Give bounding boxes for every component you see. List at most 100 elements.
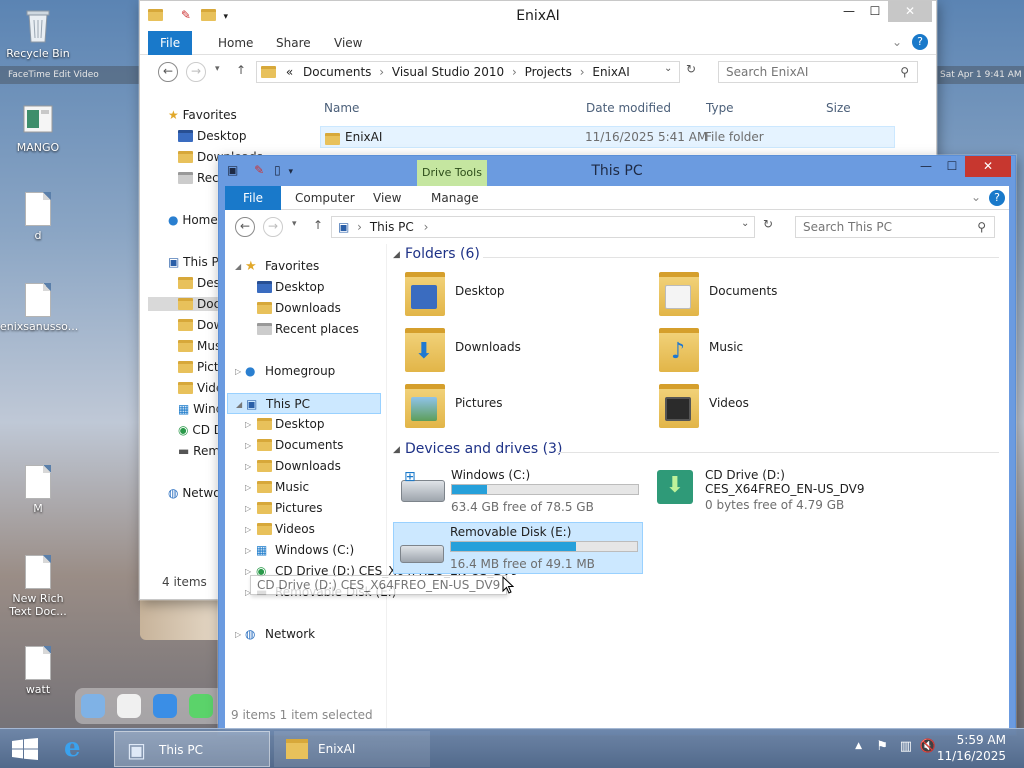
- desktop-icon-watt[interactable]: watt: [0, 646, 76, 696]
- back-button[interactable]: ←: [158, 62, 178, 82]
- desktop-icon-mango[interactable]: MANGO: [0, 100, 76, 154]
- help-icon[interactable]: ?: [912, 34, 928, 50]
- back-button[interactable]: ←: [235, 217, 255, 237]
- search-input[interactable]: [726, 65, 876, 79]
- clock[interactable]: 5:59 AM 11/16/2025: [937, 732, 1006, 764]
- nav-network[interactable]: ▷ ◍ Network: [225, 624, 385, 645]
- collapse-arrow-icon[interactable]: ◢: [235, 256, 241, 277]
- maximize-button[interactable]: ☐: [939, 156, 965, 177]
- folder-tile-videos[interactable]: Videos: [649, 382, 899, 432]
- minimize-button[interactable]: —: [836, 1, 862, 22]
- address-dropdown-chevron-icon[interactable]: ⌄: [741, 218, 749, 229]
- ribbon-expand-chevron-icon[interactable]: ⌄: [971, 190, 981, 204]
- drive-tile-windows-c[interactable]: ⊞ Windows (C:) 63.4 GB free of 78.5 GB: [395, 466, 645, 518]
- show-hidden-icons-chevron-icon[interactable]: ▲: [855, 741, 862, 751]
- explorer-window-this-pc[interactable]: ▣ ✎ ▯ ▾ Drive Tools This PC — ☐ ✕ File C…: [218, 155, 1016, 735]
- expand-arrow-icon[interactable]: ▷: [245, 456, 251, 477]
- group-collapse-icon[interactable]: ◢: [393, 445, 400, 455]
- content-pane[interactable]: ◢ Folders (6) Desktop Documents ⬇ Downlo…: [391, 244, 1007, 730]
- forward-button[interactable]: →: [186, 62, 206, 82]
- collapse-arrow-icon[interactable]: ◢: [236, 394, 242, 415]
- desktop-icon-new-rich-text[interactable]: New Rich Text Doc...: [0, 555, 76, 618]
- tab-home[interactable]: Home: [206, 31, 265, 55]
- breadcrumb-separator-icon[interactable]: ›: [424, 220, 429, 234]
- tab-share[interactable]: Share: [264, 31, 323, 55]
- nav-favorites[interactable]: ◢ ★ Favorites: [225, 256, 385, 277]
- folder-tile-pictures[interactable]: Pictures: [395, 382, 645, 432]
- internet-explorer-icon[interactable]: e: [64, 733, 81, 763]
- ribbon-expand-chevron-icon[interactable]: ⌄: [892, 35, 902, 49]
- nav-pc-documents[interactable]: ▷ Documents: [225, 435, 385, 456]
- breadcrumb-projects[interactable]: Projects: [525, 65, 572, 79]
- close-button[interactable]: ✕: [888, 1, 932, 22]
- expand-arrow-icon[interactable]: ▷: [245, 477, 251, 498]
- breadcrumb-enixai[interactable]: EnixAI: [592, 65, 629, 79]
- address-bar[interactable]: « Documents › Visual Studio 2010 › Proje…: [256, 61, 680, 83]
- breadcrumb-visual-studio[interactable]: Visual Studio 2010: [392, 65, 504, 79]
- tab-view[interactable]: View: [361, 186, 413, 210]
- nav-desktop[interactable]: Desktop: [178, 129, 247, 143]
- column-type[interactable]: Type: [706, 101, 734, 115]
- breadcrumb-separator-icon[interactable]: ›: [512, 65, 517, 79]
- drive-tile-cd-d[interactable]: ⬇ CD Drive (D:) CES_X64FREO_EN-US_DV9 0 …: [649, 466, 899, 518]
- breadcrumb-documents[interactable]: Documents: [303, 65, 371, 79]
- drive-tile-removable-e[interactable]: Removable Disk (E:) 16.4 MB free of 49.1…: [393, 522, 643, 574]
- nav-fav-desktop[interactable]: Desktop: [225, 277, 385, 298]
- search-field[interactable]: ⚲: [718, 61, 918, 83]
- nav-homegroup[interactable]: ▷ ● Homegroup: [225, 361, 385, 382]
- maximize-button[interactable]: ☐: [862, 1, 888, 22]
- expand-arrow-icon[interactable]: ▷: [235, 361, 241, 382]
- column-date-modified[interactable]: Date modified: [586, 101, 671, 115]
- search-field[interactable]: ⚲: [795, 216, 995, 238]
- window-titlebar[interactable]: ▣ ✎ ▯ ▾ Drive Tools This PC — ☐ ✕: [219, 156, 1015, 186]
- breadcrumb-separator-icon[interactable]: ›: [580, 65, 585, 79]
- nav-pc-music[interactable]: ▷ Music: [225, 477, 385, 498]
- expand-arrow-icon[interactable]: ▷: [245, 519, 251, 540]
- folder-tile-documents[interactable]: Documents: [649, 270, 899, 320]
- start-windows-icon[interactable]: [12, 738, 38, 760]
- taskbar-button-enixai[interactable]: EnixAI: [274, 731, 430, 767]
- taskbar-button-this-pc[interactable]: ▣ This PC: [114, 731, 270, 767]
- tab-computer[interactable]: Computer: [283, 186, 367, 210]
- help-icon[interactable]: ?: [989, 190, 1005, 206]
- search-input[interactable]: [803, 220, 953, 234]
- up-arrow-icon[interactable]: ↑: [313, 218, 323, 232]
- tab-file[interactable]: File: [225, 186, 281, 210]
- expand-arrow-icon[interactable]: ▷: [245, 414, 251, 435]
- volume-muted-icon[interactable]: 🔇: [920, 739, 936, 754]
- refresh-icon[interactable]: ↻: [686, 62, 696, 76]
- column-name[interactable]: Name: [324, 101, 359, 115]
- nav-pc-desktop[interactable]: ▷ Desktop: [225, 414, 385, 435]
- tab-file[interactable]: File: [148, 31, 193, 55]
- expand-arrow-icon[interactable]: ▷: [245, 435, 251, 456]
- address-dropdown-chevron-icon[interactable]: ⌄: [664, 63, 672, 74]
- nav-pc-pictures[interactable]: ▷ Pictures: [225, 498, 385, 519]
- expand-arrow-icon[interactable]: ▷: [245, 540, 251, 561]
- breadcrumb-this-pc[interactable]: This PC: [370, 220, 414, 234]
- devices-group-header[interactable]: Devices and drives (3): [405, 441, 562, 457]
- minimize-button[interactable]: —: [913, 156, 939, 177]
- desktop-icon-recycle-bin[interactable]: Recycle Bin: [0, 6, 76, 60]
- expand-arrow-icon[interactable]: ▷: [235, 624, 241, 645]
- desktop-icon-m[interactable]: M: [0, 465, 76, 515]
- tab-view[interactable]: View: [322, 31, 374, 55]
- network-status-icon[interactable]: ▥: [900, 739, 912, 754]
- nav-pc-downloads[interactable]: ▷ Downloads: [225, 456, 385, 477]
- folder-tile-music[interactable]: ♪ Music: [649, 326, 899, 376]
- recent-locations-chevron-icon[interactable]: ▾: [215, 64, 220, 74]
- desktop-icon-d[interactable]: d: [0, 192, 76, 242]
- breadcrumb-overflow[interactable]: «: [286, 65, 293, 79]
- nav-pc-videos[interactable]: ▷ Videos: [225, 519, 385, 540]
- column-size[interactable]: Size: [826, 101, 851, 115]
- close-button[interactable]: ✕: [965, 156, 1011, 177]
- recent-locations-chevron-icon[interactable]: ▾: [292, 219, 297, 229]
- address-bar[interactable]: ▣ › This PC ›: [331, 216, 755, 238]
- refresh-icon[interactable]: ↻: [763, 217, 773, 231]
- search-icon[interactable]: ⚲: [977, 217, 986, 237]
- nav-fav-recent[interactable]: Recent places: [225, 319, 385, 340]
- window-titlebar[interactable]: ✎ ▾ EnixAI — ☐ ✕: [140, 1, 936, 31]
- search-icon[interactable]: ⚲: [900, 62, 909, 82]
- up-arrow-icon[interactable]: ↑: [236, 63, 246, 77]
- folder-tile-downloads[interactable]: ⬇ Downloads: [395, 326, 645, 376]
- folders-group-header[interactable]: Folders (6): [405, 246, 480, 262]
